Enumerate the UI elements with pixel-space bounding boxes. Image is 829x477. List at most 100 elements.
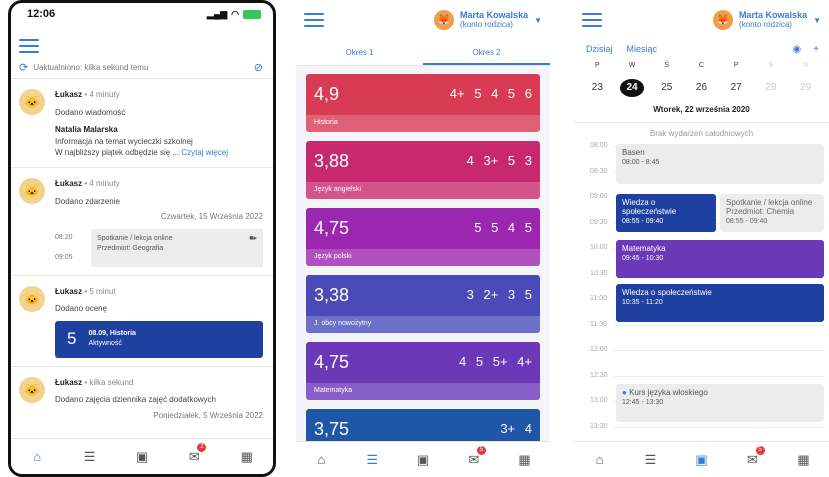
subject-grades: 4 3+ 5 3 [466, 153, 532, 168]
weekday-label: S [768, 62, 774, 69]
add-icon[interactable]: + [813, 44, 819, 56]
feed-author: Łukasz [55, 178, 83, 188]
grade-category: Aktywność [88, 340, 122, 348]
subject-average: 3,38 [314, 285, 350, 305]
feed-time: • 4 minuty [84, 90, 120, 99]
refresh-icon[interactable]: ⟳ [19, 61, 28, 74]
phone-grades-screen: 🦊 Marta Kowalska (konto rodzica) ▼ Okres … [296, 0, 550, 477]
subject-card[interactable]: 3,38 3 2+ 3 5 J. obcy nowożytny [306, 275, 540, 333]
grade-value: 5 [67, 328, 77, 348]
day-cell[interactable]: 28 [759, 79, 783, 97]
grade-card[interactable]: 5 08.09, Historia Aktywność [55, 320, 263, 358]
hour-label: 12:00 [590, 346, 608, 353]
signal-icon: ▂▄▆ [206, 8, 228, 19]
subject-average: 3,75 [314, 419, 350, 439]
user-role: (konto rodzica) [739, 19, 792, 29]
grades-list-icon[interactable]: ☰ [637, 452, 665, 468]
refresh-bar: ⟳ Uaktualniono: kilka sekund temu ⊘ [11, 57, 273, 79]
message-subject: Informacja na temat wycieczki szkolnej [55, 136, 193, 146]
view-month-button[interactable]: Miesiąc [627, 44, 658, 56]
calendar-icon[interactable]: ▣ [128, 449, 156, 465]
account-switcher[interactable]: 🦊 Marta Kowalska (konto rodzica) ▼ [434, 10, 542, 30]
day-selected[interactable]: 24 [620, 79, 645, 97]
weekday-label: N [803, 62, 809, 69]
messages-icon[interactable]: ✉ 5 [739, 445, 767, 468]
top-bar: 🦊 Marta Kowalska (konto rodzica) ▼ [574, 0, 829, 40]
menu-icon[interactable] [304, 13, 324, 27]
feed-item-event[interactable]: 🐱 Łukasz • 4 minuty Dodano zdarzenie Czw… [11, 168, 273, 276]
calendar-icon[interactable]: ▣ [688, 452, 716, 468]
eye-off-icon[interactable]: ⊘ [254, 61, 263, 74]
subject-grades: 3 2+ 3 5 [466, 287, 532, 302]
event-title: Spotkanie / lekcja online [97, 234, 173, 242]
calendar-event[interactable]: Basen 08:00 - 8:45 [616, 144, 824, 184]
feed-item-message[interactable]: 🐱 Łukasz • 4 minuty Dodano wiadomość Nat… [11, 79, 273, 168]
grades-list-icon[interactable]: ☰ [358, 452, 386, 468]
home-icon[interactable]: ⌂ [307, 452, 335, 467]
feed-action: Dodano zdarzenie [55, 196, 120, 206]
home-icon[interactable]: ⌂ [23, 449, 51, 464]
event-end: 09:05 [55, 253, 73, 261]
subject-grades: 5 5 4 5 [474, 220, 532, 235]
grades-list-icon[interactable]: ☰ [76, 449, 104, 465]
tab-period-1[interactable]: Okres 1 [296, 40, 423, 65]
bottom-nav: ⌂ ☰ ▣ ✉ 5 ▦ [296, 441, 550, 477]
event-dot-icon: ● [622, 388, 630, 397]
calendar-event[interactable]: Wiedza o społeczeństwie 08:55 - 09:40 [616, 194, 716, 232]
feed-action: Dodano wiadomość [55, 107, 126, 117]
avatar: 🐱 [19, 177, 45, 204]
tab-period-2[interactable]: Okres 2 [423, 40, 550, 65]
feed-author: Łukasz [55, 90, 83, 99]
dashboard-icon[interactable]: ▦ [511, 452, 539, 468]
event-card[interactable]: Spotkanie / lekcja online Przedmiot: Geo… [91, 228, 263, 267]
feed-time: • kilka sekund [84, 377, 134, 387]
subject-card[interactable]: 4,75 5 5 4 5 Język polski [306, 208, 540, 266]
calendar-event[interactable]: Spotkanie / lekcja online Przedmiot: Che… [720, 194, 824, 232]
event-title: Basen [622, 148, 645, 157]
subject-card[interactable]: 4,9 4+ 5 4 5 6 Historia [306, 74, 540, 132]
hour-label: 09:30 [590, 218, 608, 226]
bottom-nav: ⌂ ☰ ▣ ✉ 2 ▦ [11, 438, 273, 474]
dashboard-icon[interactable]: ▦ [233, 449, 261, 465]
day-cell[interactable]: 23 [585, 79, 609, 97]
hour-line [614, 375, 825, 377]
calendar-icon[interactable]: ▣ [409, 452, 437, 468]
feed-item-activity[interactable]: 🐱 Łukasz • kilka sekund Dodano zajęcia d… [11, 367, 273, 430]
calendar-event[interactable]: Matematyka 09:45 - 10:30 [616, 240, 824, 278]
dashboard-icon[interactable]: ▦ [790, 452, 818, 468]
avatar: 🐱 [19, 285, 45, 312]
messages-badge: 2 [197, 442, 207, 452]
eye-icon[interactable]: ◉ [792, 44, 801, 56]
chevron-down-icon: ▼ [534, 15, 542, 25]
activity-date: Poniedziałek, 5 Września 2022 [153, 410, 263, 420]
event-title: Spotkanie / lekcja online Przedmiot: Che… [726, 198, 813, 217]
calendar-event[interactable]: Wiedza o społeczeństwie 10:35 - 11:20 [616, 284, 824, 322]
today-button[interactable]: Dzisiaj [586, 44, 613, 56]
subject-name: Historia [306, 115, 540, 132]
weekday-label: Ś [664, 62, 670, 69]
subject-card[interactable]: 4,75 4 5 5+ 4+ Matematyka [306, 342, 540, 400]
day-cell[interactable]: 25 [655, 79, 679, 97]
day-cell[interactable]: 29 [794, 79, 818, 97]
calendar-event[interactable]: ● Kurs języka włoskiego 12:45 - 13:30 [616, 384, 824, 422]
account-switcher[interactable]: 🦊 Marta Kowalska (konto rodzica) ▼ [713, 10, 821, 30]
hour-label: 08:00 [590, 142, 608, 149]
day-cell[interactable]: 27 [724, 79, 748, 97]
all-day-empty: Brak wydarzeń całodniowych [649, 129, 754, 138]
messages-icon[interactable]: ✉ 2 [180, 442, 208, 465]
period-tabs: Okres 1 Okres 2 [296, 40, 550, 66]
messages-icon[interactable]: ✉ 5 [460, 445, 488, 468]
menu-icon[interactable] [582, 13, 602, 27]
user-avatar: 🦊 [713, 10, 734, 30]
weekday-row: PWŚCPSN [574, 56, 829, 69]
top-bar [11, 25, 273, 57]
calendar-toolbar: Dzisiaj Miesiąc ◉ + [574, 40, 829, 56]
menu-icon[interactable] [19, 39, 39, 53]
feed-item-grade[interactable]: 🐱 Łukasz • 5 minut Dodano ocenę 5 08.09,… [11, 276, 273, 367]
read-more-link[interactable]: Czytaj więcej [181, 148, 228, 157]
day-cell[interactable]: 26 [689, 79, 713, 97]
subject-card[interactable]: 3,88 4 3+ 5 3 Język angielski [306, 141, 540, 199]
home-icon[interactable]: ⌂ [586, 452, 614, 467]
event-subject: Przedmiot: Geografia [97, 244, 164, 252]
user-role: (konto rodzica) [460, 19, 513, 29]
